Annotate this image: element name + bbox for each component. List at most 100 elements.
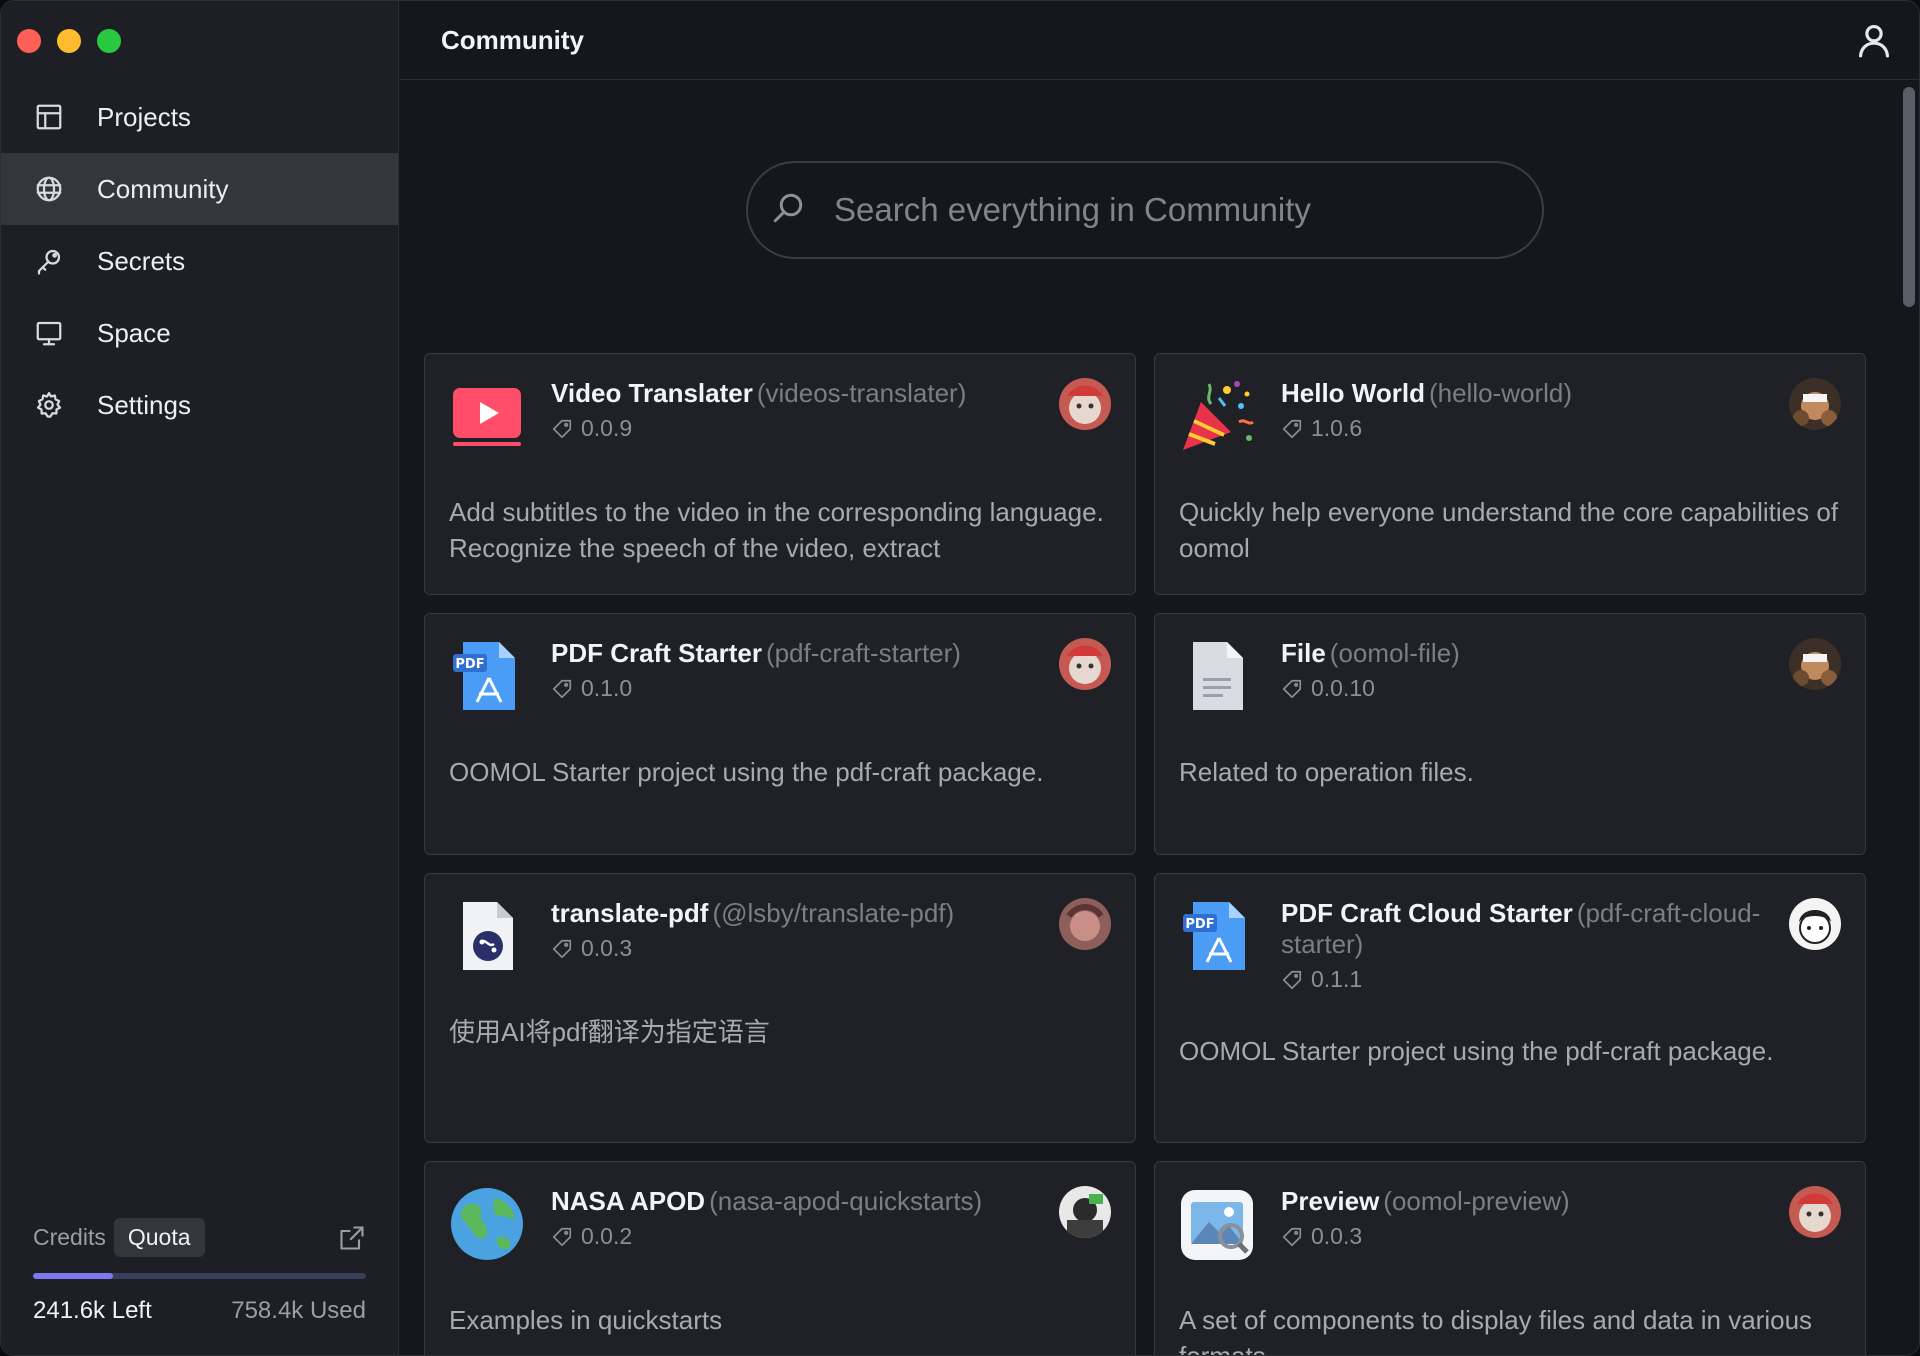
package-version-text: 0.0.9 xyxy=(581,415,633,441)
sidebar-item-space[interactable]: Space xyxy=(1,297,398,369)
sidebar-item-label: Settings xyxy=(97,389,191,420)
sidebar-item-label: Projects xyxy=(97,101,191,132)
monitor-icon xyxy=(33,317,65,349)
grid-icon xyxy=(33,101,65,133)
package-version: 0.0.2 xyxy=(551,1223,1041,1250)
tag-icon xyxy=(1282,419,1302,438)
author-avatar[interactable] xyxy=(1059,1186,1111,1238)
maximize-window-button[interactable] xyxy=(97,29,121,53)
package-card[interactable]: PDF PDF Craft Cloud Starter (pdf-craft-cl… xyxy=(1154,873,1866,1143)
sidebar-item-secrets[interactable]: Secrets xyxy=(1,225,398,297)
package-version: 0.0.10 xyxy=(1281,675,1771,702)
tag-icon xyxy=(552,939,572,958)
package-version-text: 0.0.2 xyxy=(581,1223,633,1249)
package-name: NASA APOD xyxy=(551,1186,706,1216)
package-version-text: 0.1.1 xyxy=(1311,966,1363,992)
video-play-icon xyxy=(449,378,525,454)
user-icon[interactable] xyxy=(1855,21,1893,59)
package-card[interactable]: NASA APOD (nasa-apod-quickstarts) 0.0.2 E… xyxy=(424,1161,1136,1355)
package-slug: (oomol-preview) xyxy=(1383,1186,1570,1216)
package-card[interactable]: Hello World (hello-world) 1.0.6 Quickly h… xyxy=(1154,353,1866,595)
document-icon xyxy=(1179,638,1255,714)
package-name: PDF Craft Cloud Starter xyxy=(1281,898,1573,928)
package-card[interactable]: Preview (oomol-preview) 0.0.3 A set of co… xyxy=(1154,1161,1866,1356)
quota-left: 241.6k Left xyxy=(33,1297,152,1324)
top-bar: Community xyxy=(400,1,1919,80)
tag-icon xyxy=(1282,679,1302,698)
credits-panel: Credits Quota 241.6k Left 758.4k Used xyxy=(33,1218,366,1325)
svg-text:PDF: PDF xyxy=(455,657,484,672)
window-controls xyxy=(17,29,121,53)
package-slug: (@lsby/translate-pdf) xyxy=(712,898,955,928)
tag-icon xyxy=(552,1227,572,1246)
search-input[interactable] xyxy=(834,191,1542,229)
close-window-button[interactable] xyxy=(17,29,41,53)
credit-tabs: Credits Quota xyxy=(33,1218,366,1257)
package-version: 0.1.0 xyxy=(551,675,1041,702)
author-avatar[interactable] xyxy=(1789,638,1841,690)
package-slug: (videos-translater) xyxy=(756,378,967,408)
scrollbar-thumb[interactable] xyxy=(1903,87,1915,307)
package-description: A set of components to display files and… xyxy=(1179,1305,1813,1356)
package-description: Quickly help everyone understand the cor… xyxy=(1179,497,1839,563)
package-slug: (hello-world) xyxy=(1428,378,1573,408)
package-slug: (nasa-apod-quickstarts) xyxy=(709,1186,983,1216)
package-card[interactable]: PDF PDF Craft Starter (pdf-craft-starter)… xyxy=(424,613,1136,855)
author-avatar[interactable] xyxy=(1789,898,1841,950)
package-version: 1.0.6 xyxy=(1281,415,1771,442)
tag-icon xyxy=(1282,970,1302,989)
package-version-text: 0.1.0 xyxy=(581,675,633,701)
package-description: OOMOL Starter project using the pdf-craf… xyxy=(449,757,1044,787)
minimize-window-button[interactable] xyxy=(57,29,81,53)
package-slug: (oomol-file) xyxy=(1329,638,1460,668)
quota-progress-bar xyxy=(33,1273,366,1279)
author-avatar[interactable] xyxy=(1789,1186,1841,1238)
package-description: Examples in quickstarts xyxy=(449,1305,723,1335)
package-version: 0.0.9 xyxy=(551,415,1041,442)
tab-quota[interactable]: Quota xyxy=(113,1218,205,1257)
package-version: 0.0.3 xyxy=(1281,1223,1771,1250)
package-version-text: 0.0.10 xyxy=(1311,675,1375,701)
pdf-file-icon: PDF xyxy=(1179,898,1255,974)
external-link-icon[interactable] xyxy=(338,1224,366,1252)
party-popper-icon xyxy=(1179,378,1255,454)
author-avatar[interactable] xyxy=(1789,378,1841,430)
community-search[interactable] xyxy=(746,161,1544,259)
author-avatar[interactable] xyxy=(1059,638,1111,690)
package-description: 使用AI将pdf翻译为指定语言 xyxy=(449,1017,770,1047)
preview-photo-icon xyxy=(1179,1186,1255,1262)
package-slug: (pdf-craft-starter) xyxy=(765,638,961,668)
sidebar-item-settings[interactable]: Settings xyxy=(1,369,398,441)
app-window: Projects Community Secrets Space Setting… xyxy=(0,0,1920,1356)
quota-progress-fill xyxy=(33,1273,113,1279)
key-icon xyxy=(33,245,65,277)
sidebar-item-projects[interactable]: Projects xyxy=(1,81,398,153)
page-title: Community xyxy=(441,24,584,55)
pdf-file-icon: PDF xyxy=(449,638,525,714)
author-avatar[interactable] xyxy=(1059,898,1111,950)
package-card[interactable]: File (oomol-file) 0.0.10 Related to opera… xyxy=(1154,613,1866,855)
globe-earth-icon xyxy=(449,1186,525,1262)
tag-icon xyxy=(552,419,572,438)
tag-icon xyxy=(552,679,572,698)
author-avatar[interactable] xyxy=(1059,378,1111,430)
tab-credits[interactable]: Credits xyxy=(33,1218,106,1257)
package-name: File xyxy=(1281,638,1326,668)
sidebar: Projects Community Secrets Space Setting… xyxy=(1,1,399,1355)
gear-icon xyxy=(33,389,65,421)
scrollbar[interactable] xyxy=(1903,87,1915,307)
package-card[interactable]: translate-pdf (@lsby/translate-pdf) 0.0.3… xyxy=(424,873,1136,1143)
tag-icon xyxy=(1282,1227,1302,1246)
main-content: Community Video Translater(videos-transl… xyxy=(400,1,1919,1355)
package-grid: Video Translater (videos-translater) 0.0.… xyxy=(424,353,1866,1356)
package-version: 0.1.1 xyxy=(1281,966,1771,993)
sidebar-item-label: Space xyxy=(97,317,171,348)
sidebar-item-community[interactable]: Community xyxy=(1,153,398,225)
script-file-icon xyxy=(449,898,525,974)
package-version-text: 0.0.3 xyxy=(1311,1223,1363,1249)
search-icon xyxy=(770,190,810,230)
package-version-text: 1.0.6 xyxy=(1311,415,1363,441)
package-version-text: 0.0.3 xyxy=(581,935,633,961)
package-card[interactable]: Video Translater (videos-translater) 0.0.… xyxy=(424,353,1136,595)
package-name: Video Translater xyxy=(551,378,753,408)
